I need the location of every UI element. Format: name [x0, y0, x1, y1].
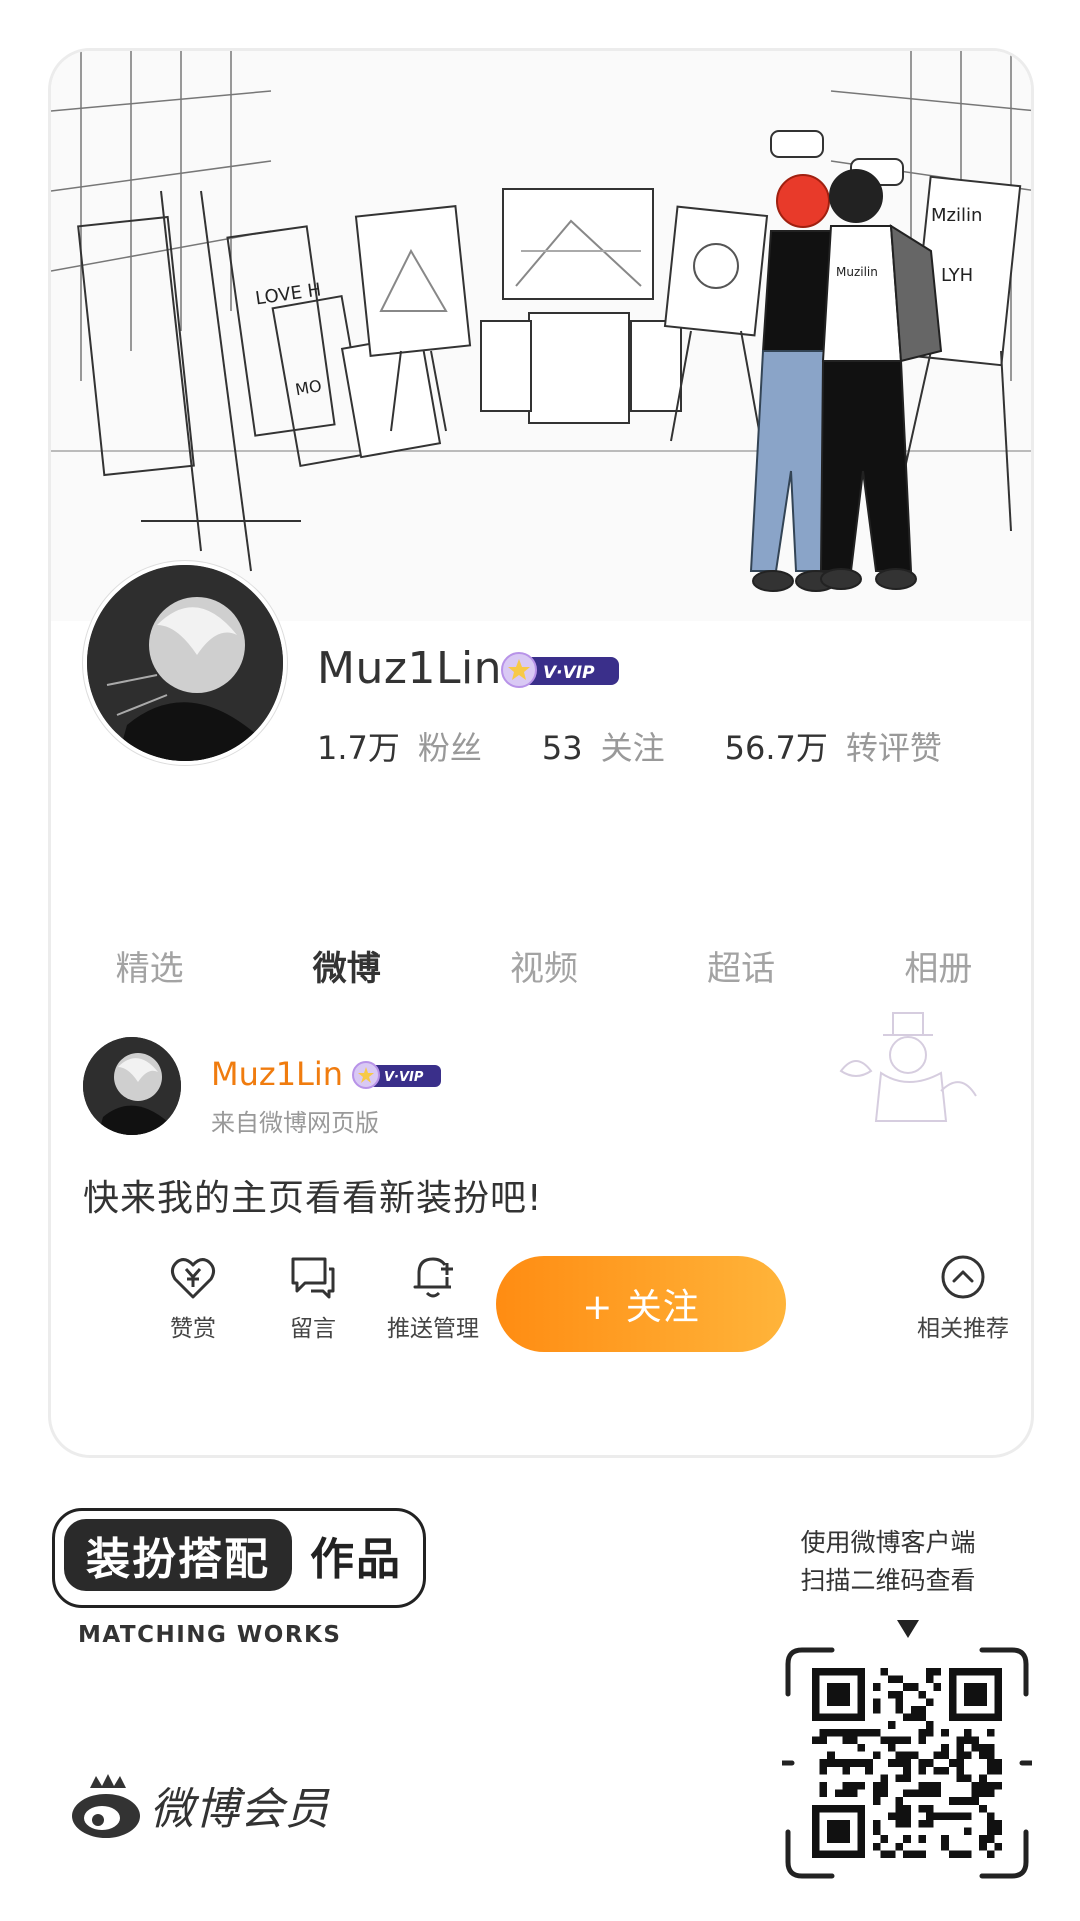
recommend-label: 相关推荐	[917, 1316, 1009, 1342]
post-source: 来自微博网页版	[211, 1109, 379, 1137]
push-manage-action[interactable]: 推送管理	[363, 1251, 503, 1343]
bell-plus-icon	[413, 1257, 453, 1298]
weibo-logo-icon	[72, 1774, 140, 1838]
push-manage-label: 推送管理	[387, 1316, 479, 1342]
stat-interactions-count: 56.7万	[724, 729, 828, 767]
svg-text:V·VIP: V·VIP	[384, 1070, 424, 1085]
qr-code-area	[782, 1620, 1032, 1882]
scan-line-1: 使用微博客户端	[800, 1528, 976, 1557]
svg-text:V·VIP: V·VIP	[543, 663, 595, 683]
qr-code	[812, 1668, 1002, 1858]
reward-action[interactable]: 赞赏	[123, 1251, 263, 1343]
down-arrow-icon	[897, 1620, 919, 1638]
svg-text:Mzilin: Mzilin	[931, 205, 982, 226]
post-author-name[interactable]: Muz1Lin	[211, 1055, 343, 1093]
chat-bubbles-icon	[291, 1257, 335, 1299]
weibo-vip-text: 微博会员	[150, 1784, 330, 1835]
tab-video[interactable]: 视频	[445, 941, 642, 990]
stat-fans[interactable]: 1.7万 粉丝	[317, 723, 482, 769]
stat-following-label: 关注	[600, 729, 665, 767]
scan-line-2: 扫描二维码查看	[800, 1566, 976, 1595]
message-label: 留言	[290, 1316, 336, 1342]
weibo-vip-brand: 微博会员	[68, 1770, 330, 1840]
svg-text:LYH: LYH	[941, 265, 973, 286]
tab-weibo[interactable]: 微博	[248, 941, 445, 990]
follow-button[interactable]: + 关注	[496, 1256, 786, 1352]
vvip-badge[interactable]: V·VIP	[499, 649, 621, 691]
tab-album[interactable]: 相册	[840, 941, 1031, 990]
profile-card: LOVE H MO Mzilin LYH Muzilin Muz1Lin V·V…	[48, 48, 1034, 1458]
profile-stats: 1.7万 粉丝 53 关注 56.7万 转评赞	[317, 723, 1002, 769]
matching-works-right: 作品	[310, 1534, 402, 1585]
profile-username: Muz1Lin	[317, 643, 503, 694]
decorative-sticker	[839, 1012, 977, 1122]
matching-works-logo: 装扮搭配 作品	[52, 1508, 426, 1608]
stat-interactions[interactable]: 56.7万 转评赞	[725, 723, 942, 769]
post-vvip-badge[interactable]: V·VIP	[351, 1059, 443, 1091]
post-avatar[interactable]	[83, 1037, 181, 1135]
matching-works-left: 装扮搭配	[64, 1519, 292, 1591]
chevron-up-circle-icon	[941, 1255, 985, 1299]
profile-tabs: 精选 微博 视频 超话 相册	[51, 941, 1031, 990]
stat-interactions-label: 转评赞	[845, 729, 942, 767]
stat-following-count: 53	[541, 729, 583, 767]
stat-fans-label: 粉丝	[417, 729, 482, 767]
profile-avatar[interactable]	[83, 561, 287, 765]
heart-yen-icon	[170, 1258, 216, 1299]
tab-super-topic[interactable]: 超话	[643, 941, 840, 990]
stat-fans-count: 1.7万	[317, 729, 400, 767]
tab-featured[interactable]: 精选	[51, 941, 248, 990]
reward-label: 赞赏	[170, 1316, 216, 1342]
post-text: 快来我的主页看看新装扮吧!	[83, 1178, 543, 1219]
stat-following[interactable]: 53 关注	[542, 723, 665, 769]
cover-image: LOVE H MO Mzilin LYH Muzilin	[51, 51, 1031, 621]
svg-text:Muzilin: Muzilin	[836, 265, 878, 279]
recommend-action[interactable]: 相关推荐	[893, 1251, 1031, 1343]
matching-works-en: MATCHING WORKS	[78, 1622, 342, 1648]
message-action[interactable]: 留言	[243, 1251, 383, 1343]
scan-instructions: 使用微博客户端 扫描二维码查看	[768, 1524, 1008, 1600]
